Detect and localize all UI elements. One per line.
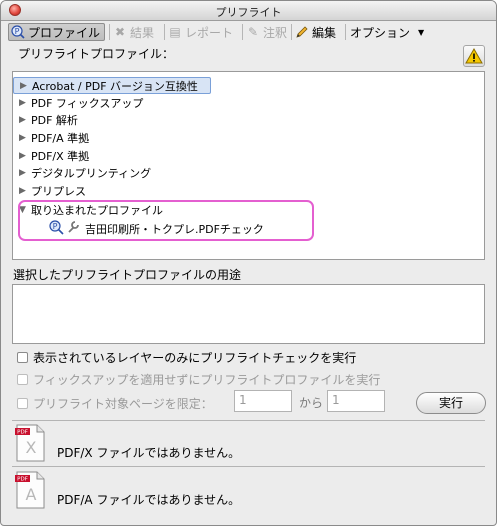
toolbar: P プロファイル ✖ 結果 ▤ レポート ✎ 注釈 編集 オプション ▼: [1, 21, 496, 43]
profile-item-label: PDF 解析: [31, 113, 78, 127]
pdfx-status: PDF/X ファイルではありません。: [57, 446, 241, 460]
disclosure-triangle-icon[interactable]: ▶: [19, 151, 31, 161]
svg-text:PDF: PDF: [17, 430, 28, 436]
pdfa-document-icon: PDF A: [13, 470, 47, 510]
title-bar[interactable]: プリフライト: [1, 1, 496, 21]
visible-layers-checkbox[interactable]: 表示されているレイヤーのみにプリフライトチェックを実行: [17, 349, 356, 366]
disclosure-triangle-icon[interactable]: ▶: [19, 98, 31, 108]
edit-button[interactable]: 編集: [295, 23, 336, 41]
divider: [12, 420, 485, 421]
tab-results-label: 結果: [130, 25, 155, 40]
profile-icon: P: [11, 25, 25, 39]
profile-list[interactable]: ▶ Acrobat / PDF バージョン互換性 ▶ PDF フィックスアップ …: [12, 71, 485, 260]
highlight-annotation: [18, 200, 314, 241]
divider: [12, 466, 485, 467]
profile-item-pdfx[interactable]: ▶ PDF/X 準拠: [13, 147, 89, 164]
checkbox-box[interactable]: [17, 374, 28, 385]
svg-text:PDF: PDF: [17, 477, 28, 483]
limit-pages-checkbox[interactable]: プリフライト対象ページを限定：: [17, 395, 213, 412]
run-button[interactable]: 実行: [416, 392, 486, 414]
checkbox-box[interactable]: [17, 398, 28, 409]
no-fixups-checkbox[interactable]: フィックスアップを適用せずにプリフライトプロファイルを実行: [17, 371, 380, 388]
pdfa-status: PDF/A ファイルではありません。: [57, 493, 241, 507]
profile-item-label: デジタルプリンティング: [31, 166, 152, 180]
profile-item-analysis[interactable]: ▶ PDF 解析: [13, 111, 78, 128]
profile-item-pdfa[interactable]: ▶ PDF/A 準拠: [13, 129, 89, 146]
profiles-label: プリフライトプロファイル：: [18, 47, 175, 61]
visible-layers-label: 表示されているレイヤーのみにプリフライトチェックを実行: [33, 351, 357, 365]
disclosure-triangle-icon[interactable]: ▶: [19, 133, 31, 143]
profile-item-digital-printing[interactable]: ▶ デジタルプリンティング: [13, 164, 151, 181]
preflight-window: プリフライト P プロファイル ✖ 結果 ▤ レポート ✎ 注釈 編集 オプショ…: [0, 0, 497, 526]
disclosure-triangle-icon[interactable]: ▶: [19, 186, 31, 196]
profile-item-prepress[interactable]: ▶ プリプレス: [13, 182, 86, 199]
disclosure-triangle-icon[interactable]: ▶: [19, 168, 31, 178]
tab-results[interactable]: ✖ 結果: [113, 23, 154, 41]
pencil-icon: [295, 25, 309, 39]
from-page-input[interactable]: 1: [234, 390, 292, 412]
warning-button[interactable]: [463, 45, 485, 67]
no-fixups-label: フィックスアップを適用せずにプリフライトプロファイルを実行: [33, 373, 381, 387]
usage-label: 選択したプリフライトプロファイルの用途: [13, 268, 242, 282]
profile-item-label: PDF/X 準拠: [31, 149, 90, 163]
profile-item-fixups[interactable]: ▶ PDF フィックスアップ: [13, 94, 143, 111]
usage-description: [12, 284, 485, 344]
svg-text:X: X: [26, 438, 37, 457]
tab-notes-label: 注釈: [263, 25, 288, 40]
disclosure-triangle-icon[interactable]: ▶: [19, 115, 31, 125]
tab-report[interactable]: ▤ レポート: [168, 23, 233, 41]
report-icon: ▤: [169, 25, 181, 39]
svg-text:A: A: [26, 485, 37, 504]
svg-text:P: P: [15, 27, 20, 36]
profile-item-acrobat-compat[interactable]: ▶ Acrobat / PDF バージョン互換性: [13, 77, 211, 94]
profile-item-label: PDF/A 準拠: [31, 131, 90, 145]
profile-item-label: プリプレス: [31, 184, 86, 198]
tab-notes[interactable]: ✎ 注釈: [246, 23, 287, 41]
results-icon: ✖: [114, 25, 126, 39]
disclosure-triangle-icon[interactable]: ▶: [20, 81, 32, 91]
tab-report-label: レポート: [185, 25, 234, 40]
tab-profile[interactable]: P プロファイル: [8, 23, 106, 41]
pdfx-document-icon: PDF X: [13, 423, 47, 463]
to-page-input[interactable]: 1: [327, 390, 385, 412]
checkbox-box[interactable]: [17, 352, 28, 363]
options-label: オプション: [350, 25, 411, 40]
edit-label: 編集: [312, 25, 337, 40]
window-title: プリフライト: [215, 6, 282, 19]
range-separator: から: [299, 396, 324, 410]
profile-item-label: Acrobat / PDF バージョン互換性: [32, 79, 198, 93]
notes-icon: ✎: [247, 25, 259, 39]
limit-pages-label: プリフライト対象ページを限定：: [33, 397, 213, 411]
options-menu[interactable]: オプション ▼: [350, 23, 424, 41]
warning-icon: [465, 47, 483, 64]
profile-item-label: PDF フィックスアップ: [31, 96, 144, 110]
tab-profile-label: プロファイル: [28, 25, 101, 40]
dropdown-arrow-icon: ▼: [418, 27, 425, 37]
